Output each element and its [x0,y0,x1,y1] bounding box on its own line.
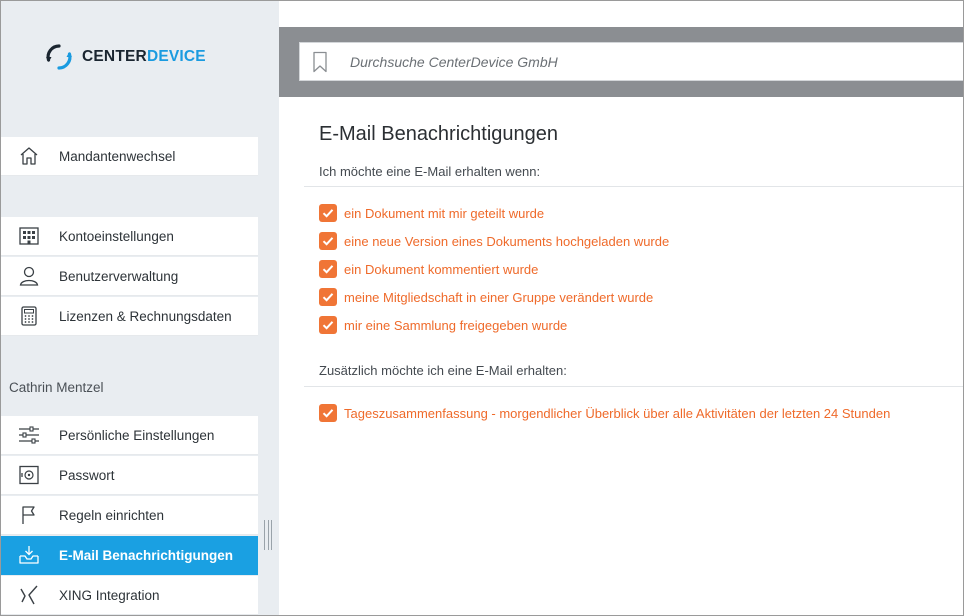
option-label: ein Dokument mit mir geteilt wurde [344,205,545,221]
sidebar-item-label: Passwort [59,467,115,483]
main-content: E-Mail Benachrichtigungen Ich möchte ein… [279,97,964,616]
search-input[interactable] [350,53,910,70]
logo-icon [46,44,72,70]
building-icon [18,225,40,247]
option-sammlung-freigegeben[interactable]: mir eine Sammlung freigegeben wurde [319,315,567,335]
sidebar-item-benutzerverwaltung[interactable]: Benutzerverwaltung [1,257,258,296]
option-label: Tageszusammenfassung - morgendlicher Übe… [344,405,891,421]
checkbox-checked[interactable] [319,204,337,222]
inbox-download-icon [18,544,40,566]
option-mitgliedschaft[interactable]: meine Mitgliedschaft in einer Gruppe ver… [319,287,653,307]
sidebar-item-persoenliche-einstellungen[interactable]: Persönliche Einstellungen [1,416,258,455]
sidebar: CENTERDEVICE Mandantenwechsel Kontoeinst… [0,0,279,616]
option-tageszusammenfassung[interactable]: Tageszusammenfassung - morgendlicher Übe… [319,403,890,423]
checkmark-icon [322,409,334,418]
sliders-icon [18,424,40,446]
sidebar-item-passwort[interactable]: Passwort [1,456,258,495]
sidebar-item-label: XING Integration [59,587,160,603]
option-label: eine neue Version eines Dokuments hochge… [344,233,670,249]
option-label: meine Mitgliedschaft in einer Gruppe ver… [344,289,654,305]
logo-text-center: CENTER [82,48,147,65]
sidebar-item-label: Mandantenwechsel [59,148,176,164]
centerdevice-logo[interactable]: CENTERDEVICE [45,42,206,72]
checkbox-checked[interactable] [319,260,337,278]
checkbox-checked[interactable] [319,316,337,334]
user-icon [18,265,40,287]
logo-text-device: DEVICE [146,48,206,65]
sidebar-item-label: Kontoeinstellungen [59,228,174,244]
section-heading-additional: Zusätzlich möchte ich eine E-Mail erhalt… [319,363,567,378]
sidebar-item-label: Benutzerverwaltung [59,268,179,284]
option-dokument-geteilt[interactable]: ein Dokument mit mir geteilt wurde [319,203,544,223]
divider [304,186,964,187]
sidebar-item-mandantenwechsel[interactable]: Mandantenwechsel [1,137,258,176]
sidebar-item-lizenzen[interactable]: Lizenzen & Rechnungsdaten [1,297,258,336]
safe-icon [18,464,40,486]
sidebar-item-kontoeinstellungen[interactable]: Kontoeinstellungen [1,217,258,256]
option-label: ein Dokument kommentiert wurde [344,261,539,277]
home-icon [18,145,40,167]
checkmark-icon [322,265,334,274]
sidebar-resize-handle[interactable] [264,520,272,550]
search-bar[interactable] [299,42,964,81]
page-title: E-Mail Benachrichtigungen [319,123,559,145]
sidebar-item-label: Persönliche Einstellungen [59,427,215,443]
sidebar-item-label: Lizenzen & Rechnungsdaten [59,308,232,324]
checkbox-checked[interactable] [319,404,337,422]
option-dokument-kommentiert[interactable]: ein Dokument kommentiert wurde [319,259,538,279]
checkmark-icon [322,293,334,302]
checkmark-icon [322,237,334,246]
calculator-icon [18,305,40,327]
checkmark-icon [322,209,334,218]
flag-icon [18,504,40,526]
xing-icon [18,584,40,606]
divider [304,386,964,387]
sidebar-item-email-benachrichtigungen[interactable]: E-Mail Benachrichtigungen [1,536,258,575]
sidebar-item-label: E-Mail Benachrichtigungen [59,547,234,563]
sidebar-item-xing-integration[interactable]: XING Integration [1,576,258,615]
sidebar-item-label: Regeln einrichten [59,507,165,523]
logo-text: CENTERDEVICE [82,48,206,66]
checkbox-checked[interactable] [319,232,337,250]
checkbox-checked[interactable] [319,288,337,306]
bookmark-icon[interactable] [312,51,328,73]
sidebar-item-regeln-einrichten[interactable]: Regeln einrichten [1,496,258,535]
user-name-heading: Cathrin Mentzel [9,380,104,395]
section-heading-trigger-events: Ich möchte eine E-Mail erhalten wenn: [319,164,541,179]
checkmark-icon [322,321,334,330]
option-label: mir eine Sammlung freigegeben wurde [344,317,568,333]
option-neue-version[interactable]: eine neue Version eines Dokuments hochge… [319,231,669,251]
